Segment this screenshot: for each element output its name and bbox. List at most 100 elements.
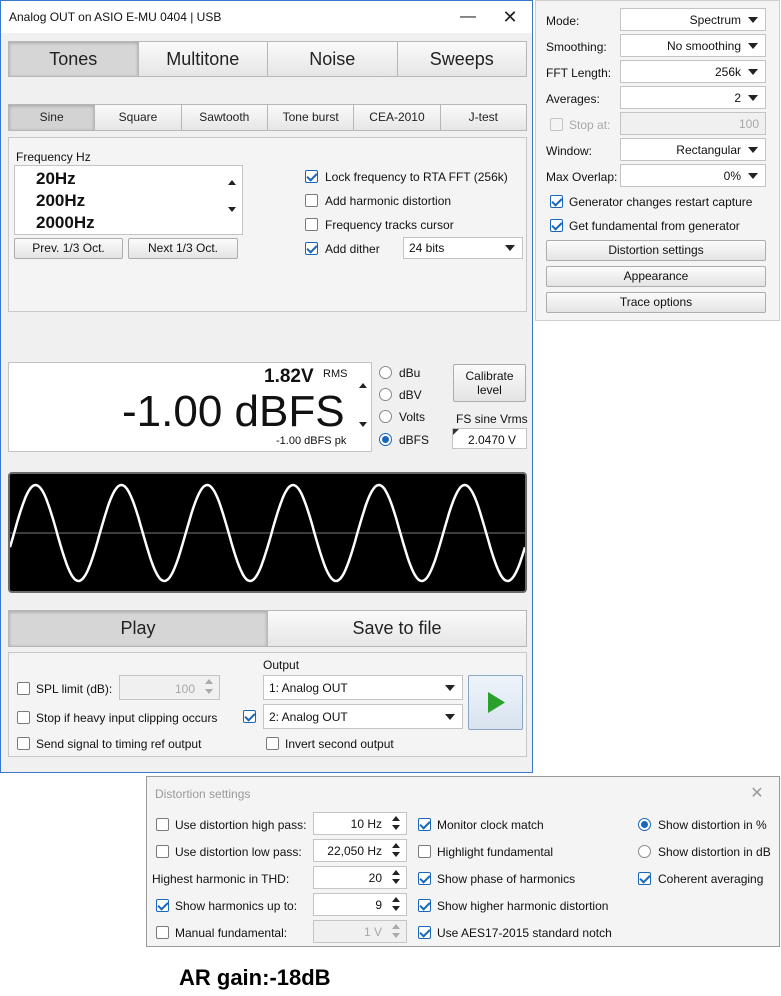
tab-square[interactable]: Square	[95, 104, 182, 131]
max-overlap-label: Max Overlap:	[546, 170, 618, 184]
show-harmonics-field[interactable]: 9	[313, 893, 407, 916]
stop-clipping-label: Stop if heavy input clipping occurs	[36, 711, 218, 725]
tab-tones[interactable]: Tones	[8, 41, 139, 77]
level-value: -1.00 dBFS	[122, 387, 345, 436]
timing-ref-checkbox[interactable]	[17, 737, 30, 750]
action-tabs: Play Save to file	[8, 610, 527, 647]
invert-second-label: Invert second output	[285, 737, 394, 751]
high-pass-spinner[interactable]	[389, 816, 403, 830]
unit-dbv-label: dBV	[399, 388, 422, 402]
highlight-fundamental-checkbox[interactable]	[418, 845, 431, 858]
unit-dbfs-label: dBFS	[399, 433, 430, 447]
add-harmonic-checkbox[interactable]	[305, 194, 318, 207]
chevron-down-icon	[445, 684, 455, 691]
save-to-file-tab[interactable]: Save to file	[268, 610, 527, 647]
spl-spinner[interactable]	[202, 679, 216, 694]
dither-bits-select[interactable]: 24 bits	[403, 237, 523, 259]
manual-fundamental-spinner[interactable]	[389, 924, 403, 938]
manual-fundamental-field[interactable]: 1 V	[313, 920, 407, 943]
highest-harmonic-spinner[interactable]	[389, 870, 403, 884]
invert-second-checkbox[interactable]	[266, 737, 279, 750]
distortion-db-radio[interactable]	[638, 845, 651, 858]
fs-sine-field[interactable]: 2.0470 V	[452, 428, 527, 449]
frequency-item[interactable]: 20Hz	[36, 169, 76, 189]
calibrate-level-button[interactable]: Calibrate level	[453, 364, 526, 402]
tab-tone-burst[interactable]: Tone burst	[267, 104, 355, 131]
stop-at-field[interactable]: 100	[620, 112, 766, 135]
manual-fundamental-checkbox[interactable]	[156, 926, 169, 939]
window-select[interactable]: Rectangular	[620, 138, 766, 161]
frequency-item[interactable]: 2000Hz	[36, 213, 95, 233]
distortion-settings-window: Distortion settings ✕ Use distortion hig…	[146, 776, 780, 947]
unit-volts-radio[interactable]	[379, 410, 392, 423]
trace-options-button[interactable]: Trace options	[546, 292, 766, 313]
frequency-list[interactable]: 20Hz 200Hz 2000Hz	[14, 165, 243, 235]
low-pass-label: Use distortion low pass:	[175, 845, 302, 859]
output-panel: SPL limit (dB): 100 Stop if heavy input …	[8, 652, 527, 757]
tab-sawtooth[interactable]: Sawtooth	[181, 104, 268, 131]
appearance-button[interactable]: Appearance	[546, 266, 766, 287]
level-spinner[interactable]	[356, 383, 370, 427]
output2-checkbox[interactable]	[243, 710, 256, 723]
coherent-averaging-checkbox[interactable]	[638, 872, 651, 885]
level-display[interactable]: 1.82V RMS -1.00 dBFS -1.00 dBFS pk	[8, 362, 372, 452]
chevron-down-icon	[748, 94, 758, 101]
frequency-item[interactable]: 200Hz	[36, 191, 85, 211]
gen-restart-checkbox[interactable]	[550, 195, 563, 208]
show-harmonics-spinner[interactable]	[389, 897, 403, 911]
main-tabs: Tones Multitone Noise Sweeps	[8, 41, 527, 77]
close-icon[interactable]: ✕	[498, 5, 522, 29]
tab-cea-2010[interactable]: CEA-2010	[354, 104, 441, 131]
minimize-icon[interactable]: —	[456, 5, 480, 29]
play-button[interactable]	[468, 675, 523, 730]
get-fundamental-checkbox[interactable]	[550, 219, 563, 232]
tab-j-test[interactable]: J-test	[440, 104, 527, 131]
high-pass-field[interactable]: 10 Hz	[313, 812, 407, 835]
waveform-svg	[10, 483, 525, 583]
aes17-notch-checkbox[interactable]	[418, 926, 431, 939]
unit-dbu-radio[interactable]	[379, 366, 392, 379]
max-overlap-select[interactable]: 0%	[620, 164, 766, 187]
tab-multitone[interactable]: Multitone	[138, 41, 268, 77]
distortion-percent-radio[interactable]	[638, 818, 651, 831]
show-phase-checkbox[interactable]	[418, 872, 431, 885]
tab-sine[interactable]: Sine	[8, 104, 96, 131]
low-pass-checkbox[interactable]	[156, 845, 169, 858]
tab-noise[interactable]: Noise	[268, 41, 398, 77]
tab-sweeps[interactable]: Sweeps	[397, 41, 527, 77]
prev-octave-button[interactable]: Prev. 1/3 Oct.	[14, 238, 123, 259]
low-pass-spinner[interactable]	[389, 843, 403, 857]
add-harmonic-label: Add harmonic distortion	[325, 194, 452, 208]
high-pass-checkbox[interactable]	[156, 818, 169, 831]
rms-value: 1.82V	[264, 366, 314, 387]
low-pass-field[interactable]: 22,050 Hz	[313, 839, 407, 862]
spl-limit-field[interactable]: 100	[119, 675, 220, 700]
stop-clipping-checkbox[interactable]	[17, 711, 30, 724]
unit-dbfs-radio[interactable]	[379, 433, 392, 446]
smoothing-select[interactable]: No smoothing	[620, 34, 766, 57]
output2-select[interactable]: 2: Analog OUT	[263, 704, 463, 729]
higher-harmonic-checkbox[interactable]	[418, 899, 431, 912]
show-harmonics-checkbox[interactable]	[156, 899, 169, 912]
unit-dbv-radio[interactable]	[379, 388, 392, 401]
mode-select[interactable]: Spectrum	[620, 8, 766, 31]
monitor-clock-checkbox[interactable]	[418, 818, 431, 831]
frequency-tracks-checkbox[interactable]	[305, 218, 318, 231]
highest-harmonic-field[interactable]: 20	[313, 866, 407, 889]
spl-limit-checkbox[interactable]	[17, 682, 30, 695]
higher-harmonic-label: Show higher harmonic distortion	[437, 899, 609, 913]
chevron-down-icon	[505, 245, 515, 251]
next-octave-button[interactable]: Next 1/3 Oct.	[128, 238, 238, 259]
stop-at-checkbox[interactable]	[550, 118, 563, 131]
distortion-settings-button[interactable]: Distortion settings	[546, 240, 766, 261]
output1-select[interactable]: 1: Analog OUT	[263, 675, 463, 700]
close-icon[interactable]: ✕	[745, 782, 769, 806]
chevron-down-icon	[748, 146, 758, 153]
caption-text: AR gain:-18dB	[179, 965, 331, 990]
averages-select[interactable]: 2	[620, 86, 766, 109]
frequency-spinner[interactable]	[225, 180, 239, 212]
play-tab[interactable]: Play	[8, 610, 268, 647]
fft-length-select[interactable]: 256k	[620, 60, 766, 83]
add-dither-checkbox[interactable]	[305, 242, 318, 255]
lock-frequency-checkbox[interactable]	[305, 170, 318, 183]
